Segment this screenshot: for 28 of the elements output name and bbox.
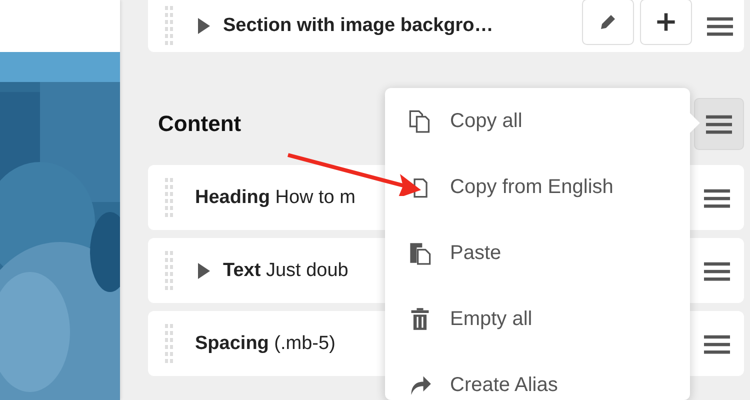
pencil-icon xyxy=(598,12,618,32)
copy-icon xyxy=(408,109,432,133)
menu-icon xyxy=(706,113,732,135)
add-button[interactable] xyxy=(640,0,692,45)
menu-icon xyxy=(707,15,733,37)
caret-icon[interactable] xyxy=(198,262,210,278)
plus-icon xyxy=(655,11,677,33)
menu-item[interactable]: Create Alias xyxy=(385,352,690,400)
edit-button[interactable] xyxy=(582,0,634,45)
paste-icon xyxy=(408,241,432,265)
menu-item[interactable]: Paste xyxy=(385,220,690,286)
menu-icon xyxy=(704,260,730,282)
content-title: Content xyxy=(158,111,242,137)
menu-item[interactable]: Copy all xyxy=(385,88,690,154)
drag-handle-icon[interactable] xyxy=(165,250,173,290)
block-label: Text Just doub xyxy=(223,260,348,282)
menu-item[interactable]: Copy from English xyxy=(385,154,690,220)
block-label: Heading How to m xyxy=(195,186,356,208)
drag-handle-icon[interactable] xyxy=(165,324,173,364)
drag-handle-icon[interactable] xyxy=(165,178,173,218)
caret-icon[interactable] xyxy=(198,18,210,34)
menu-button[interactable] xyxy=(694,98,744,150)
menu-item[interactable]: Empty all xyxy=(385,286,690,352)
block-label: Spacing (.mb-5) xyxy=(195,332,336,354)
menu-icon xyxy=(704,186,730,208)
drag-handle-icon[interactable] xyxy=(165,6,173,46)
menu-icon xyxy=(704,332,730,354)
section-title: Section with image backgro… xyxy=(223,15,494,37)
